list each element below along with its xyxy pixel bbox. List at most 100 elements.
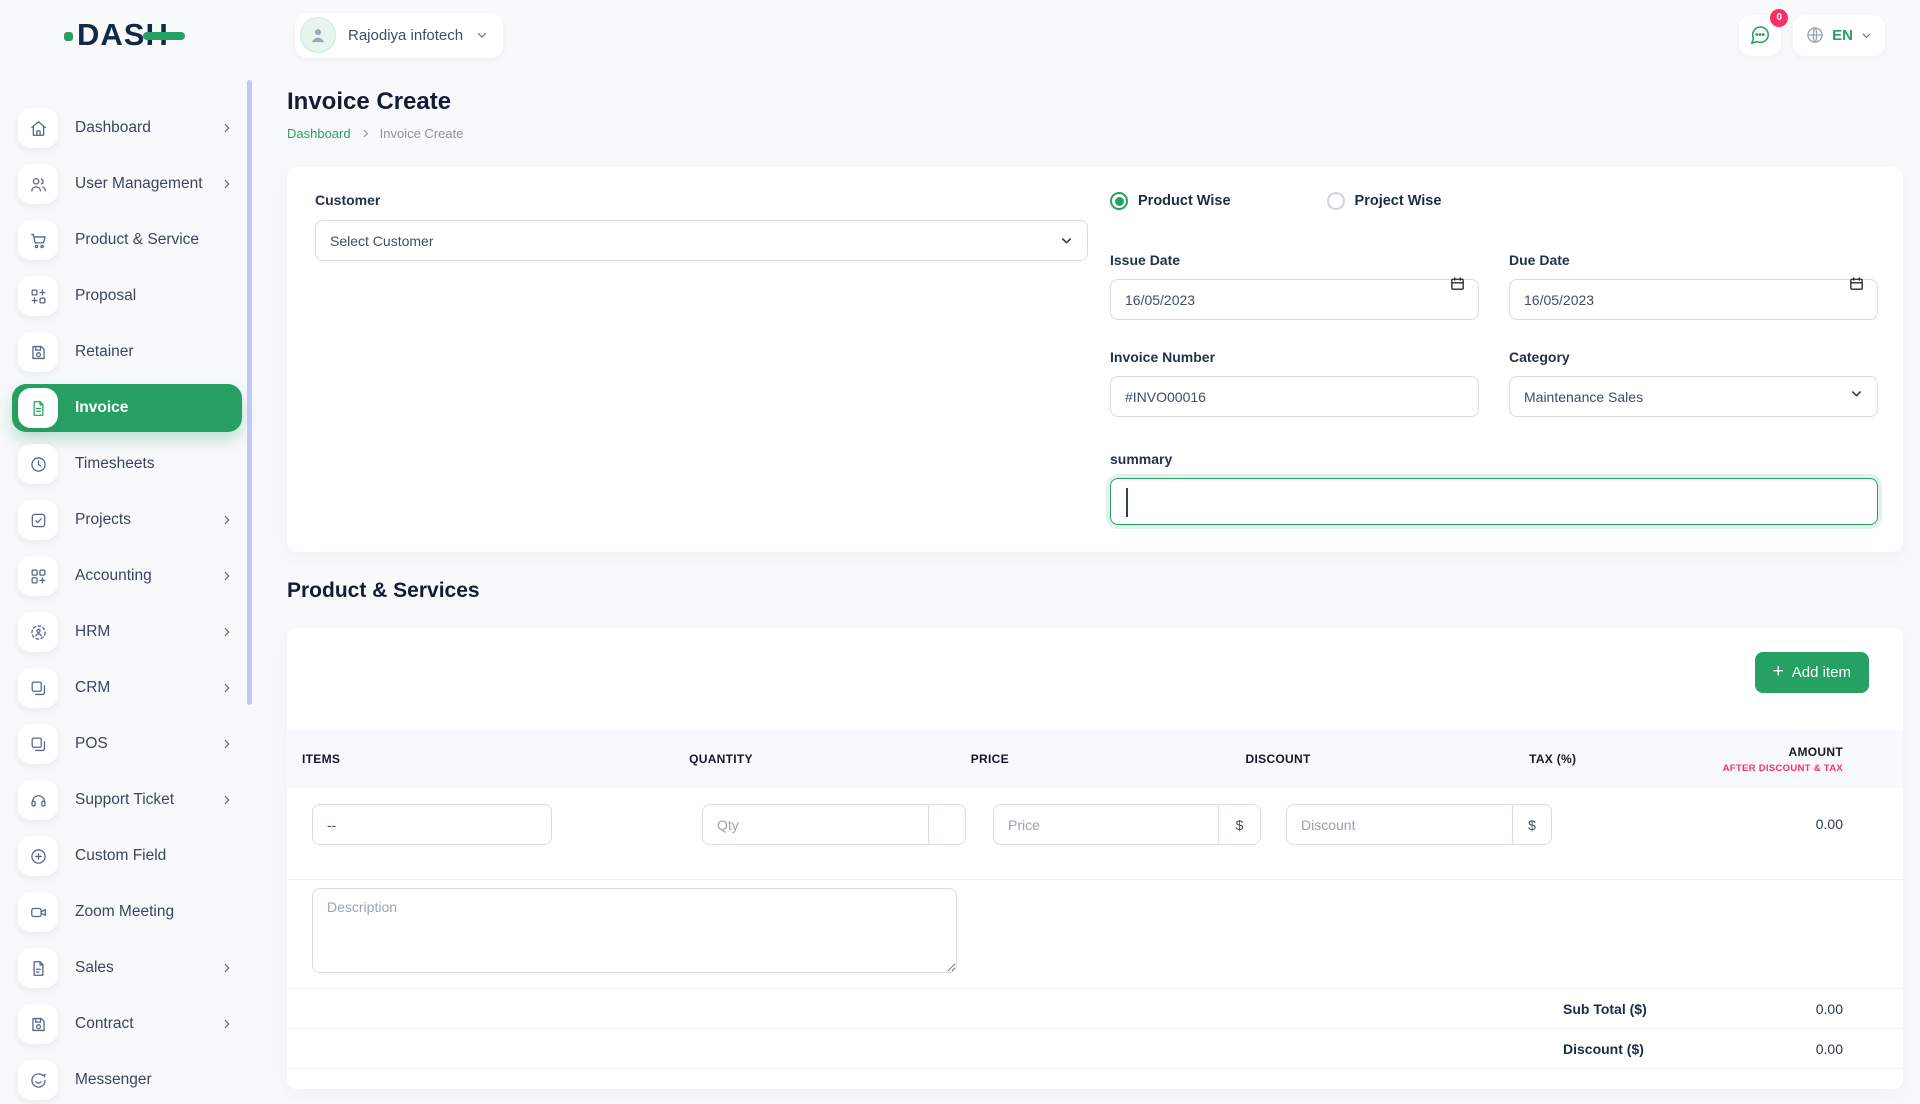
sidebar-item-crm[interactable]: CRM: [12, 664, 242, 712]
check-square-icon: [18, 500, 58, 540]
col-tax: TAX (%): [1529, 752, 1723, 766]
col-amount-subheader: AFTER DISCOUNT & TAX: [1723, 763, 1843, 774]
category-label: Category: [1509, 349, 1878, 365]
sidebar-item-projects[interactable]: Projects: [12, 496, 242, 544]
totals-section: Sub Total ($)0.00Discount ($)0.00: [287, 989, 1903, 1069]
col-discount: DISCOUNT: [1246, 752, 1530, 766]
due-date-label: Due Date: [1509, 252, 1878, 268]
squares-icon: [18, 724, 58, 764]
sidebar-item-label: Contract: [75, 1015, 134, 1033]
items-card: + Add item ITEMS QUANTITY PRICE DISCOUNT…: [287, 628, 1903, 1089]
sidebar-item-invoice[interactable]: Invoice: [12, 384, 242, 432]
sidebar-item-label: Product & Service: [75, 231, 199, 249]
chevron-right-icon: [220, 625, 234, 639]
language-selector[interactable]: EN: [1793, 15, 1885, 56]
sidebar-item-custom-field[interactable]: Custom Field: [12, 832, 242, 880]
category-select[interactable]: Maintenance Sales: [1509, 376, 1878, 417]
chat-smile-icon: [18, 1060, 58, 1100]
sidebar-item-timesheets[interactable]: Timesheets: [12, 440, 242, 488]
sidebar-item-hrm[interactable]: HRM: [12, 608, 242, 656]
summary-label: summary: [1110, 451, 1878, 467]
save-icon: [18, 332, 58, 372]
breadcrumb-dashboard[interactable]: Dashboard: [287, 126, 351, 141]
sidebar-item-label: Proposal: [75, 287, 136, 305]
description-textarea[interactable]: [312, 888, 957, 973]
logo-dot-icon: [64, 32, 73, 41]
chat-bubble-icon: [1749, 24, 1771, 46]
add-item-button[interactable]: + Add item: [1755, 652, 1869, 693]
totals-row: Discount ($)0.00: [287, 1029, 1903, 1069]
items-table-header: ITEMS QUANTITY PRICE DISCOUNT TAX (%) AM…: [287, 730, 1903, 788]
sidebar-item-contract[interactable]: Contract: [12, 1000, 242, 1048]
chevron-right-icon: [220, 1017, 234, 1031]
sidebar-item-label: User Management: [75, 175, 203, 193]
sidebar-item-label: Support Ticket: [75, 791, 174, 809]
chevron-right-icon: [220, 737, 234, 751]
qr-icon: [18, 276, 58, 316]
sidebar-item-product-service[interactable]: Product & Service: [12, 216, 242, 264]
totals-label: Discount ($): [1563, 1041, 1723, 1057]
sidebar-item-dashboard[interactable]: Dashboard: [12, 104, 242, 152]
plus-icon: +: [1773, 661, 1784, 683]
row-amount: 0.00: [1770, 804, 1843, 845]
chevron-down-icon: [1860, 29, 1873, 42]
price-currency: $: [1218, 805, 1260, 844]
chevron-right-icon: [220, 177, 234, 191]
customer-label: Customer: [315, 192, 1088, 208]
sidebar-item-label: Sales: [75, 959, 114, 977]
chevron-right-icon: [220, 569, 234, 583]
discount-input[interactable]: [1287, 805, 1512, 844]
quantity-input[interactable]: [703, 805, 928, 844]
logo-dash-icon: [143, 32, 185, 40]
chevron-right-icon: [220, 681, 234, 695]
workspace-name: Rajodiya infotech: [348, 27, 463, 44]
col-quantity: QUANTITY: [689, 752, 971, 766]
sidebar-item-retainer[interactable]: Retainer: [12, 328, 242, 376]
totals-label: Sub Total ($): [1563, 1001, 1723, 1017]
product-wise-radio[interactable]: [1110, 192, 1128, 210]
invoice-number-input[interactable]: [1110, 376, 1479, 417]
col-price: PRICE: [971, 752, 1246, 766]
sidebar-scrollbar[interactable]: [247, 80, 252, 705]
topbar-actions: 0 EN: [1739, 15, 1920, 56]
plus-circle-icon: [18, 836, 58, 876]
sidebar-item-support-ticket[interactable]: Support Ticket: [12, 776, 242, 824]
customer-select[interactable]: Select Customer: [315, 220, 1088, 261]
squares-icon: [18, 668, 58, 708]
chevron-right-icon: [220, 961, 234, 975]
sidebar-item-label: Accounting: [75, 567, 152, 585]
description-row: [287, 879, 1903, 989]
sidebar-item-proposal[interactable]: Proposal: [12, 272, 242, 320]
notifications-button[interactable]: 0: [1739, 15, 1781, 56]
project-wise-label[interactable]: Project Wise: [1355, 193, 1442, 209]
sidebar-item-pos[interactable]: POS: [12, 720, 242, 768]
sidebar-item-sales[interactable]: Sales: [12, 944, 242, 992]
language-code: EN: [1832, 27, 1853, 44]
sidebar-item-zoom-meeting[interactable]: Zoom Meeting: [12, 888, 242, 936]
sidebar-item-label: Custom Field: [75, 847, 166, 865]
summary-textarea[interactable]: [1110, 478, 1878, 525]
grid-plus-icon: [18, 556, 58, 596]
sidebar-item-messenger[interactable]: Messenger: [12, 1056, 242, 1104]
product-wise-label[interactable]: Product Wise: [1138, 193, 1231, 209]
price-input[interactable]: [994, 805, 1218, 844]
chevron-down-icon: [475, 28, 489, 42]
video-icon: [18, 892, 58, 932]
clock-icon: [18, 444, 58, 484]
notification-badge: 0: [1770, 9, 1788, 27]
issue-date-input[interactable]: [1110, 279, 1479, 320]
sidebar-item-user-management[interactable]: User Management: [12, 160, 242, 208]
sidebar-item-accounting[interactable]: Accounting: [12, 552, 242, 600]
text-caret: [1126, 488, 1128, 517]
due-date-input[interactable]: [1509, 279, 1878, 320]
main-content: Invoice Create Dashboard Invoice Create …: [256, 70, 1920, 1080]
item-select[interactable]: --: [312, 804, 552, 845]
quantity-stepper[interactable]: [928, 805, 965, 844]
page-title: Invoice Create: [287, 88, 1903, 116]
workspace-dropdown[interactable]: Rajodiya infotech: [295, 13, 503, 58]
project-wise-radio[interactable]: [1327, 192, 1345, 210]
chevron-right-icon: [360, 128, 371, 139]
chevron-right-icon: [220, 513, 234, 527]
users-icon: [18, 164, 58, 204]
chevron-right-icon: [220, 793, 234, 807]
